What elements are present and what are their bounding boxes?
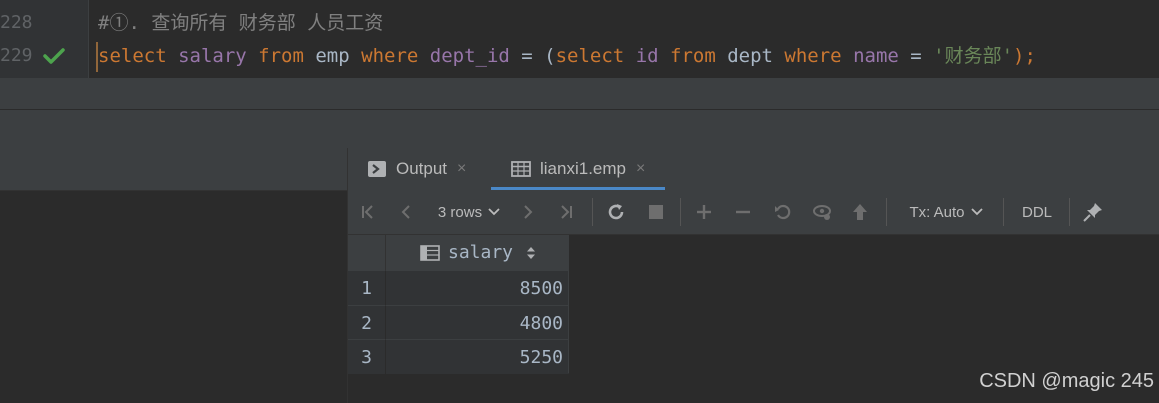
- toolbar-separator: [886, 198, 887, 226]
- first-page-icon[interactable]: [356, 190, 380, 234]
- pin-icon[interactable]: [1081, 190, 1105, 234]
- close-icon[interactable]: ×: [636, 160, 645, 178]
- table-cell[interactable]: 5250: [385, 339, 569, 374]
- toolbar-separator: [1003, 198, 1004, 226]
- column-icon: [420, 244, 440, 261]
- check-icon: [43, 47, 65, 69]
- sql-string: '财务部': [933, 45, 1014, 67]
- sort-icon[interactable]: [527, 246, 536, 259]
- editor-status-strip: [0, 78, 1159, 110]
- sql-operator: =: [898, 45, 934, 67]
- tab-table-label: lianxi1.emp: [540, 159, 626, 178]
- sql-keyword: where: [349, 45, 419, 67]
- grid-edge: [568, 235, 569, 373]
- sql-operator: = (: [509, 45, 556, 67]
- services-tree-pane[interactable]: [0, 148, 347, 403]
- results-tabs: Output × lianxi1.emp ×: [348, 148, 1159, 190]
- results-pane[interactable]: Output × lianxi1.emp × 3 rows Tx: Auto D…: [348, 148, 1159, 403]
- watermark: CSDN @magic 245: [979, 370, 1154, 392]
- line-number: 228: [0, 12, 33, 33]
- sql-table: dept: [715, 45, 773, 67]
- table-icon: [511, 161, 531, 177]
- column-header-salary[interactable]: salary: [385, 235, 569, 270]
- sql-keyword: from: [246, 45, 304, 67]
- sql-keyword: from: [658, 45, 716, 67]
- tx-mode-label: Tx: Auto: [909, 203, 965, 221]
- tab-output-label: Output: [396, 159, 448, 178]
- sql-terminator: );: [1013, 45, 1036, 67]
- reload-icon[interactable]: [604, 190, 628, 234]
- code-line-228[interactable]: 228 #①. 查询所有 财务部 人员工资: [0, 8, 1159, 38]
- grid-corner[interactable]: [348, 235, 385, 270]
- services-header: [0, 110, 1159, 148]
- ddl-button[interactable]: DDL: [1015, 190, 1059, 234]
- table-cell[interactable]: 8500: [385, 270, 569, 305]
- stop-icon[interactable]: [644, 190, 668, 234]
- next-page-icon[interactable]: [516, 190, 540, 234]
- row-number[interactable]: 2: [348, 305, 385, 340]
- toolbar-separator: [592, 198, 593, 226]
- tab-table[interactable]: lianxi1.emp ×: [511, 148, 645, 190]
- sql-keyword: where: [772, 45, 842, 67]
- close-icon[interactable]: ×: [457, 160, 466, 178]
- remove-row-icon[interactable]: [731, 190, 755, 234]
- sql-keyword: select: [98, 45, 167, 67]
- prev-page-icon[interactable]: [394, 190, 418, 234]
- add-row-icon[interactable]: [692, 190, 716, 234]
- console-icon: [368, 161, 386, 177]
- rows-selector[interactable]: 3 rows: [433, 190, 505, 234]
- services-tree-header: [0, 148, 347, 191]
- tx-mode-selector[interactable]: Tx: Auto: [901, 190, 991, 234]
- table-cell[interactable]: 4800: [385, 305, 569, 340]
- rows-count: 3 rows: [437, 203, 483, 221]
- preview-icon[interactable]: [810, 190, 834, 234]
- sql-keyword: select: [555, 45, 625, 67]
- ddl-label: DDL: [1021, 203, 1052, 221]
- sql-identifier: name: [841, 45, 899, 67]
- sql-identifier: id: [624, 45, 659, 67]
- chevron-down-icon: [488, 208, 500, 216]
- sql-table: emp: [303, 45, 350, 67]
- sql-statement[interactable]: select salary from emp where dept_id = (…: [98, 41, 1036, 71]
- row-number[interactable]: 3: [348, 339, 385, 374]
- code-line-229[interactable]: 229 select salary from emp where dept_id…: [0, 41, 1159, 71]
- column-header-label: salary: [447, 242, 514, 263]
- toolbar-separator: [680, 198, 681, 226]
- chevron-down-icon: [970, 208, 983, 216]
- toolbar-separator: [1069, 198, 1070, 226]
- sql-identifier: salary: [166, 45, 247, 67]
- last-page-icon[interactable]: [554, 190, 578, 234]
- sql-identifier: dept_id: [418, 45, 510, 67]
- submit-icon[interactable]: [848, 190, 872, 234]
- line-number: 229: [0, 45, 33, 66]
- results-toolbar: 3 rows Tx: Auto DDL: [348, 190, 1159, 235]
- row-number[interactable]: 1: [348, 270, 385, 305]
- code-comment: #①. 查询所有 财务部 人员工资: [98, 12, 384, 34]
- code-editor[interactable]: 228 #①. 查询所有 财务部 人员工资 229 select salary …: [0, 0, 1159, 78]
- tab-output[interactable]: Output ×: [368, 148, 466, 190]
- revert-icon[interactable]: [771, 190, 795, 234]
